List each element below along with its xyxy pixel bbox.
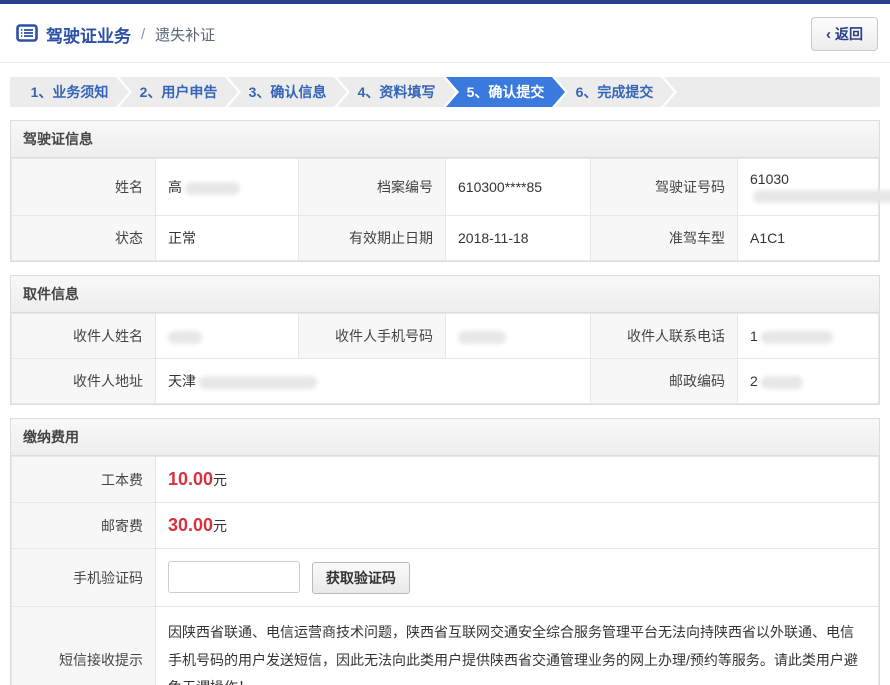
table-row: 收件人地址 天津 邮政编码 2 [12, 359, 879, 404]
page-title: 驾驶证业务 [46, 22, 131, 47]
mailing-fee-amount: 30.00 [168, 515, 213, 535]
expiry-label: 有效期止日期 [299, 216, 446, 261]
redacted-license-no [753, 190, 890, 203]
sms-code-cell: 获取验证码 [156, 549, 879, 607]
tab-step-5-active[interactable]: 5、确认提交 [446, 77, 565, 107]
sms-notice-label: 短信接收提示 [12, 607, 156, 685]
license-no-value: 61030 [738, 159, 879, 216]
license-info-section-title: 驾驶证信息 [11, 121, 879, 158]
recipient-address-label: 收件人地址 [12, 359, 156, 404]
table-row: 手机验证码 获取验证码 [12, 549, 879, 607]
name-label: 姓名 [12, 159, 156, 216]
table-row: 工本费 10.00元 [12, 457, 879, 503]
recipient-address-value: 天津 [156, 359, 591, 404]
back-button[interactable]: ‹ 返回 [811, 17, 878, 51]
redacted-recipient-name [168, 331, 202, 344]
production-fee-value: 10.00元 [156, 457, 879, 503]
recipient-phone-value: 1 [738, 314, 879, 359]
redacted-postal-code [761, 376, 803, 389]
pickup-info-section: 取件信息 收件人姓名 收件人手机号码 收件人联系电话 1 收件人地址 天津 邮政… [10, 275, 880, 405]
mailing-fee-unit: 元 [213, 518, 227, 534]
postal-code-label: 邮政编码 [591, 359, 738, 404]
tab-step-3[interactable]: 3、确认信息 [228, 77, 347, 107]
page-subtitle: 遗失补证 [155, 24, 215, 45]
redacted-recipient-phone [761, 331, 833, 344]
expiry-value: 2018-11-18 [446, 216, 591, 261]
mailing-fee-value: 30.00元 [156, 503, 879, 549]
recipient-mobile-value [446, 314, 591, 359]
sms-code-label: 手机验证码 [12, 549, 156, 607]
recipient-mobile-label: 收件人手机号码 [299, 314, 446, 359]
table-row: 姓名 高 档案编号 610300****85 驾驶证号码 61030 [12, 159, 879, 216]
status-value: 正常 [156, 216, 299, 261]
fees-table: 工本费 10.00元 邮寄费 30.00元 手机验证码 获取验证码 短信接收提示… [11, 456, 879, 685]
back-chevron-icon: ‹ [826, 27, 831, 42]
vehicle-class-label: 准驾车型 [591, 216, 738, 261]
production-fee-unit: 元 [213, 472, 227, 488]
postal-code-value: 2 [738, 359, 879, 404]
status-label: 状态 [12, 216, 156, 261]
page: 驾驶证业务 / 遗失补证 ‹ 返回 1、业务须知 2、用户申告 3、确认信息 4… [0, 0, 890, 685]
pickup-info-section-title: 取件信息 [11, 276, 879, 313]
mailing-fee-label: 邮寄费 [12, 503, 156, 549]
breadcrumb: 驾驶证业务 / 遗失补证 [16, 22, 215, 47]
tab-step-2[interactable]: 2、用户申告 [119, 77, 238, 107]
file-no-label: 档案编号 [299, 159, 446, 216]
license-no-label: 驾驶证号码 [591, 159, 738, 216]
header: 驾驶证业务 / 遗失补证 ‹ 返回 [0, 4, 890, 63]
vehicle-class-value: A1C1 [738, 216, 879, 261]
back-button-label: 返回 [835, 24, 863, 44]
table-row: 短信接收提示 因陕西省联通、电信运营商技术问题，陕西省互联网交通安全综合服务管理… [12, 607, 879, 685]
sms-notice-text: 因陕西省联通、电信运营商技术问题，陕西省互联网交通安全综合服务管理平台无法向持陕… [156, 607, 879, 685]
step-tabs: 1、业务须知 2、用户申告 3、确认信息 4、资料填写 5、确认提交 6、完成提… [10, 77, 880, 107]
tab-step-1[interactable]: 1、业务须知 [10, 77, 129, 107]
redacted-name [185, 182, 240, 195]
table-row: 状态 正常 有效期止日期 2018-11-18 准驾车型 A1C1 [12, 216, 879, 261]
table-row: 收件人姓名 收件人手机号码 收件人联系电话 1 [12, 314, 879, 359]
fees-section-title: 缴纳费用 [11, 419, 879, 456]
name-value: 高 [156, 159, 299, 216]
recipient-name-label: 收件人姓名 [12, 314, 156, 359]
license-info-section: 驾驶证信息 姓名 高 档案编号 610300****85 驾驶证号码 61030… [10, 120, 880, 262]
recipient-name-value [156, 314, 299, 359]
fees-section: 缴纳费用 工本费 10.00元 邮寄费 30.00元 手机验证码 获取验证码 短… [10, 418, 880, 685]
sms-code-input[interactable] [168, 561, 300, 593]
redacted-recipient-mobile [458, 331, 506, 344]
file-no-value: 610300****85 [446, 159, 591, 216]
production-fee-label: 工本费 [12, 457, 156, 503]
table-row: 邮寄费 30.00元 [12, 503, 879, 549]
production-fee-amount: 10.00 [168, 469, 213, 489]
license-list-icon [16, 24, 38, 45]
recipient-phone-label: 收件人联系电话 [591, 314, 738, 359]
get-sms-code-button[interactable]: 获取验证码 [312, 562, 410, 594]
license-info-table: 姓名 高 档案编号 610300****85 驾驶证号码 61030 状态 正常… [11, 158, 879, 261]
tab-step-6[interactable]: 6、完成提交 [555, 77, 674, 107]
tab-step-4[interactable]: 4、资料填写 [337, 77, 456, 107]
breadcrumb-separator: / [141, 26, 145, 43]
redacted-recipient-address [199, 376, 317, 389]
step-tabs-filler [664, 77, 880, 107]
pickup-info-table: 收件人姓名 收件人手机号码 收件人联系电话 1 收件人地址 天津 邮政编码 2 [11, 313, 879, 404]
